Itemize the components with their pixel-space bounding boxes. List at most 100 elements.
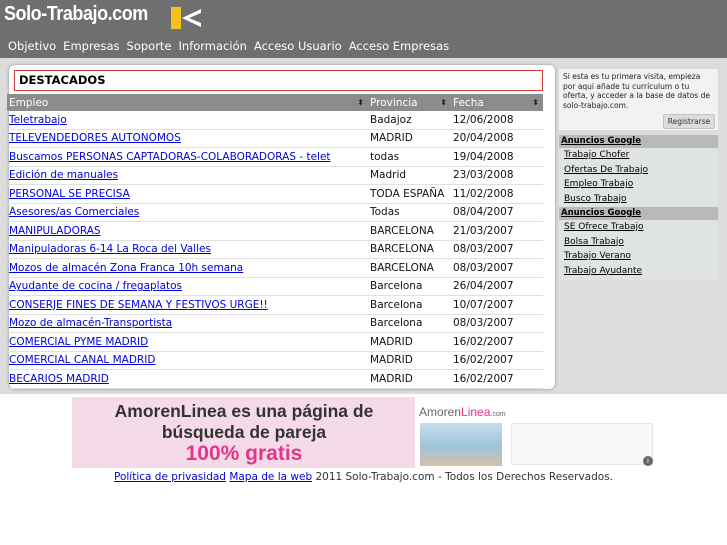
column-header-empleo[interactable]: Empleo ⬍ <box>7 94 368 111</box>
job-fecha: 23/03/2008 <box>451 166 543 185</box>
nav-soporte[interactable]: Soporte <box>127 38 172 54</box>
privacy-link[interactable]: Política de privasidad <box>114 471 226 483</box>
main-nav: Objetivo Empresas Soporte Información Ac… <box>8 38 449 54</box>
table-header-row: Empleo ⬍ Provincia ⬍ Fecha ⬍ <box>7 94 543 111</box>
job-fecha: 08/03/2007 <box>451 240 543 259</box>
nav-acceso-usuario[interactable]: Acceso Usuario <box>254 38 342 54</box>
job-provincia: BARCELONA <box>368 258 451 278</box>
ad-link[interactable]: Busco Trabajo <box>559 192 718 207</box>
google-ads-list: SE Ofrece Trabajo Bolsa Trabajo Trabajo … <box>559 220 718 280</box>
table-row: PERSONAL SE PRECISA TODA ESPAÑA 11/02/2008 <box>7 184 543 204</box>
google-ads-header[interactable]: Anuncios Google <box>559 135 718 148</box>
column-header-fecha[interactable]: Fecha ⬍ <box>451 94 543 111</box>
job-link[interactable]: COMERCIAL PYME MADRID <box>9 336 148 348</box>
job-provincia: Badajoz <box>368 111 451 130</box>
register-button[interactable]: Registrarse <box>663 114 715 129</box>
job-provincia: TODA ESPAÑA <box>368 184 451 204</box>
table-row: Mozos de almacén Zona Franca 10h semana B… <box>7 258 543 278</box>
table-row: Mozo de almacén-Transportista Barcelona 08… <box>7 314 543 333</box>
job-fecha: 16/02/2007 <box>451 332 543 352</box>
ad-link[interactable]: Bolsa Trabajo <box>559 235 718 250</box>
table-row: Asesores/as Comerciales Todas 08/04/2007 <box>7 203 543 222</box>
nav-objetivo[interactable]: Objetivo <box>8 38 56 54</box>
site-logo-text[interactable]: Solo-Trabajo.com <box>4 3 148 26</box>
destacados-header-box: DESTACADOS <box>14 70 543 91</box>
job-provincia: MADRID <box>368 369 451 389</box>
job-provincia: BARCELONA <box>368 240 451 259</box>
jobs-table: Empleo ⬍ Provincia ⬍ Fecha ⬍ Teletrabajo Bad… <box>7 94 543 389</box>
table-row: COMERCIAL PYME MADRID MADRID 16/02/2007 <box>7 332 543 352</box>
job-fecha: 20/04/2008 <box>451 129 543 148</box>
job-fecha: 16/02/2007 <box>451 351 543 370</box>
k-arrow-logo-icon[interactable] <box>171 7 203 29</box>
info-icon[interactable]: i <box>643 456 653 466</box>
banner-brand-logo: AmorenLinea.com <box>419 405 506 419</box>
job-link[interactable]: Teletrabajo <box>9 114 67 126</box>
site-header: Solo-Trabajo.com Objetivo Empresas Sopor… <box>0 0 727 58</box>
job-provincia: todas <box>368 147 451 167</box>
job-fecha: 10/07/2007 <box>451 295 543 315</box>
ad-link[interactable]: SE Ofrece Trabajo <box>559 220 718 235</box>
job-fecha: 08/03/2007 <box>451 314 543 333</box>
job-link[interactable]: TELEVENDEDORES AUTONOMOS <box>9 132 181 144</box>
ad-link[interactable]: Trabajo Verano <box>559 249 718 264</box>
job-provincia: Barcelona <box>368 314 451 333</box>
job-provincia: MADRID <box>368 332 451 352</box>
nav-acceso-empresas[interactable]: Acceso Empresas <box>349 38 449 54</box>
job-fecha: 26/04/2007 <box>451 277 543 296</box>
nav-empresas[interactable]: Empresas <box>63 38 119 54</box>
table-row: Teletrabajo Badajoz 12/06/2008 <box>7 111 543 130</box>
banner-preview: AmorenLinea.com i <box>415 397 655 468</box>
nav-informacion[interactable]: Información <box>179 38 247 54</box>
banner-couple-photo <box>420 423 502 466</box>
job-fecha: 21/03/2007 <box>451 221 543 241</box>
sort-arrows-icon[interactable]: ⬍ <box>440 94 447 111</box>
sort-arrows-icon[interactable]: ⬍ <box>357 94 364 111</box>
table-row: COMERCIAL CANAL MADRID MADRID 16/02/2007 <box>7 351 543 370</box>
table-row: TELEVENDEDORES AUTONOMOS MADRID 20/04/2008 <box>7 129 543 148</box>
job-provincia: Todas <box>368 203 451 222</box>
job-fecha: 19/04/2008 <box>451 147 543 167</box>
column-header-provincia[interactable]: Provincia ⬍ <box>368 94 451 111</box>
job-link[interactable]: COMERCIAL CANAL MADRID <box>9 354 155 366</box>
welcome-text: Si esta es tu primera visita, empieza po… <box>563 72 710 110</box>
job-link[interactable]: Edición de manuales <box>9 169 118 181</box>
banner-headline: AmorenLinea es una página de búsqueda de… <box>114 401 374 465</box>
ad-link[interactable]: Trabajo Ayudante <box>559 264 718 279</box>
table-row: BECARIOS MADRID MADRID 16/02/2007 <box>7 369 543 389</box>
job-link[interactable]: Mozo de almacén-Transportista <box>9 317 172 329</box>
table-row: Manipuladoras 6-14 La Roca del Valles BAR… <box>7 240 543 259</box>
job-provincia: BARCELONA <box>368 221 451 241</box>
job-fecha: 16/02/2007 <box>451 369 543 389</box>
sort-arrows-icon[interactable]: ⬍ <box>532 94 539 111</box>
job-link[interactable]: Ayudante de cocina / fregaplatos <box>9 280 182 292</box>
copyright-text: 2011 Solo-Trabajo.com - Todos los Derech… <box>315 471 613 483</box>
banner-highlight: 100% gratis <box>185 442 303 465</box>
table-row: Edición de manuales Madrid 23/03/2008 <box>7 166 543 185</box>
ad-link[interactable]: Ofertas De Trabajo <box>559 163 718 178</box>
job-fecha: 08/03/2007 <box>451 258 543 278</box>
job-link[interactable]: BECARIOS MADRID <box>9 373 109 385</box>
job-link[interactable]: Asesores/as Comerciales <box>9 206 139 218</box>
job-link[interactable]: Mozos de almacén Zona Franca 10h semana <box>9 262 243 274</box>
job-fecha: 12/06/2008 <box>451 111 543 130</box>
job-link[interactable]: Buscamos PERSONAS CAPTADORAS-COLABORADOR… <box>9 151 331 163</box>
sitemap-link[interactable]: Mapa de la web <box>229 471 312 483</box>
job-link[interactable]: CONSERJE FINES DE SEMANA Y FESTIVOS URGE… <box>9 299 268 311</box>
job-fecha: 08/04/2007 <box>451 203 543 222</box>
table-row: MANIPULADORAS BARCELONA 21/03/2007 <box>7 221 543 241</box>
welcome-box: Si esta es tu primera visita, empieza po… <box>559 69 718 130</box>
table-row: CONSERJE FINES DE SEMANA Y FESTIVOS URGE… <box>7 295 543 315</box>
section-title: DESTACADOS <box>19 73 106 87</box>
banner-form-preview <box>511 423 653 465</box>
google-ads-header[interactable]: Anuncios Google <box>559 207 718 220</box>
job-provincia: Barcelona <box>368 277 451 296</box>
amorenlinea-banner-ad[interactable]: AmorenLinea es una página de búsqueda de… <box>72 397 655 468</box>
job-link[interactable]: PERSONAL SE PRECISA <box>9 188 130 200</box>
ad-link[interactable]: Trabajo Chofer <box>559 148 718 163</box>
ad-link[interactable]: Empleo Trabajo <box>559 177 718 192</box>
google-ads-list: Trabajo Chofer Ofertas De Trabajo Empleo… <box>559 148 718 207</box>
job-link[interactable]: MANIPULADORAS <box>9 225 101 237</box>
footer: Política de privasidad Mapa de la web 20… <box>0 471 727 483</box>
job-link[interactable]: Manipuladoras 6-14 La Roca del Valles <box>9 243 211 255</box>
